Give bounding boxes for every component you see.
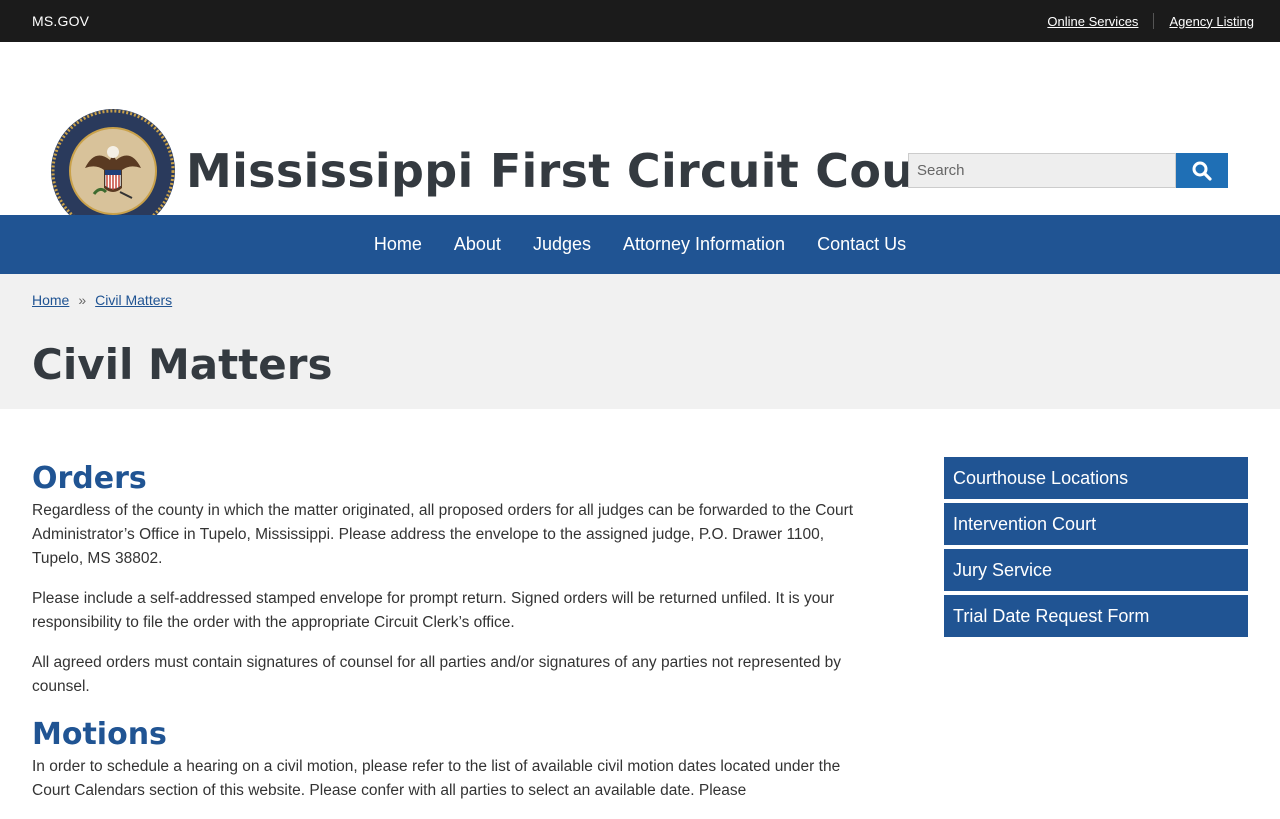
- breadcrumb-separator: »: [78, 292, 87, 308]
- site-header: Mississippi First Circuit Court: [0, 42, 1280, 233]
- top-links: Online Services Agency Listing: [1047, 13, 1254, 29]
- agency-listing-link[interactable]: Agency Listing: [1169, 14, 1254, 29]
- ms-gov-label: MS.GOV: [32, 13, 90, 29]
- motions-paragraph-1: In order to schedule a hearing on a civi…: [32, 758, 841, 799]
- search-input[interactable]: [908, 153, 1176, 188]
- search-form: [908, 153, 1228, 188]
- sidebar: Courthouse Locations Intervention Court …: [944, 457, 1248, 641]
- orders-paragraph-1: Regardless of the county in which the ma…: [32, 502, 854, 567]
- main-nav: Home About Judges Attorney Information C…: [0, 215, 1280, 274]
- site-title[interactable]: Mississippi First Circuit Court: [186, 144, 960, 198]
- nav-item-contact-us[interactable]: Contact Us: [817, 234, 906, 255]
- section-heading-orders: Orders: [32, 461, 147, 496]
- page-title: Civil Matters: [32, 340, 333, 389]
- sidebar-link-courthouse-locations[interactable]: Courthouse Locations: [944, 457, 1248, 499]
- page-header-band: Home » Civil Matters Civil Matters: [0, 274, 1280, 409]
- nav-item-judges[interactable]: Judges: [533, 234, 591, 255]
- online-services-link[interactable]: Online Services: [1047, 14, 1138, 29]
- sidebar-link-jury-service[interactable]: Jury Service: [944, 549, 1248, 591]
- orders-paragraph-2: Please include a self-addressed stamped …: [32, 590, 835, 631]
- search-button[interactable]: [1176, 153, 1228, 188]
- nav-item-about[interactable]: About: [454, 234, 501, 255]
- sidebar-link-trial-date-request-form[interactable]: Trial Date Request Form: [944, 595, 1248, 637]
- top-bar: MS.GOV Online Services Agency Listing: [0, 0, 1280, 42]
- nav-item-home[interactable]: Home: [374, 234, 422, 255]
- breadcrumb-civil-matters[interactable]: Civil Matters: [95, 292, 172, 308]
- nav-item-attorney-information[interactable]: Attorney Information: [623, 234, 785, 255]
- sidebar-link-intervention-court[interactable]: Intervention Court: [944, 503, 1248, 545]
- orders-paragraph-3: All agreed orders must contain signature…: [32, 654, 842, 695]
- main-content: Orders Regardless of the county in which…: [32, 459, 872, 819]
- breadcrumb: Home » Civil Matters: [32, 292, 172, 308]
- breadcrumb-home[interactable]: Home: [32, 292, 69, 308]
- search-icon: [1192, 161, 1212, 181]
- divider: [1153, 13, 1155, 29]
- section-heading-motions: Motions: [32, 717, 167, 752]
